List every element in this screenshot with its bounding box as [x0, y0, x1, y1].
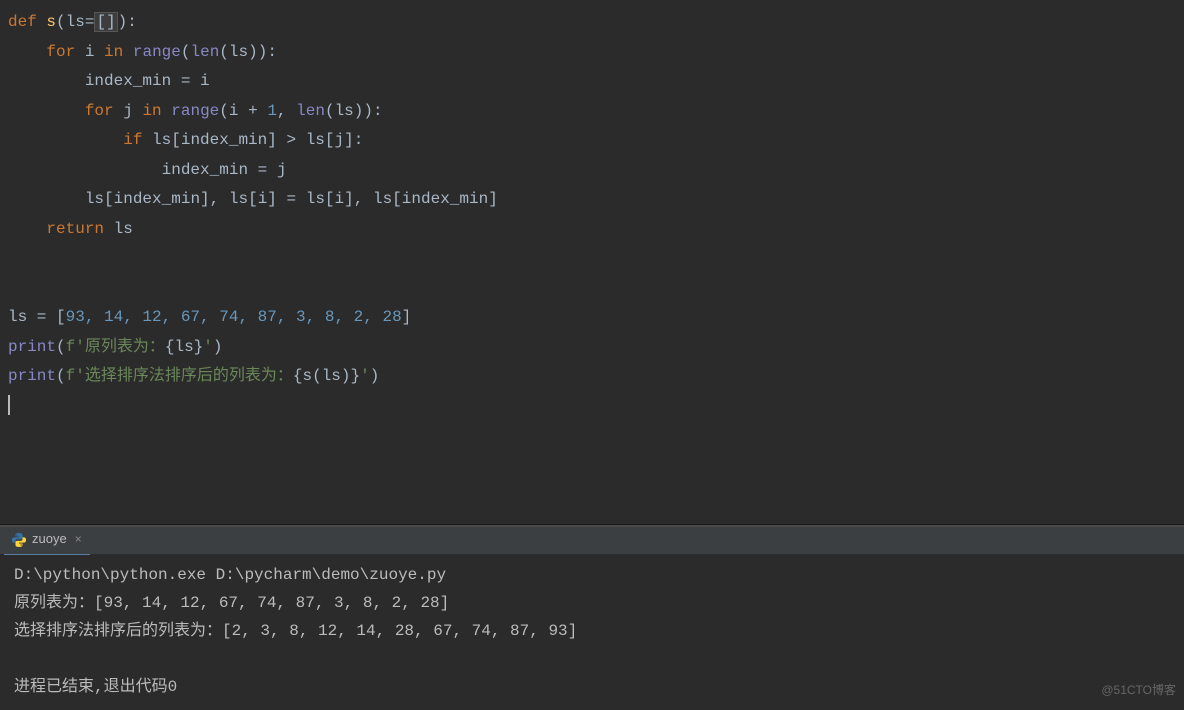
code-editor[interactable]: def s(ls=[]): for i in range(len(ls)): i… — [0, 0, 1184, 525]
console-output[interactable]: D:\python\python.exe D:\pycharm\demo\zuo… — [0, 555, 1184, 710]
run-tab-bar: zuoye × — [0, 527, 1184, 555]
close-icon[interactable]: × — [75, 528, 82, 550]
console-line-3: 选择排序法排序后的列表为：[2, 3, 8, 12, 14, 28, 67, 7… — [14, 622, 577, 640]
editor-cursor — [8, 395, 10, 415]
function-name: s — [46, 13, 56, 31]
keyword-def: def — [8, 13, 37, 31]
console-line-1: D:\python\python.exe D:\pycharm\demo\zuo… — [14, 566, 446, 584]
run-tool-window: zuoye × D:\python\python.exe D:\pycharm\… — [0, 525, 1184, 710]
run-tab-label: zuoye — [32, 527, 67, 551]
code-content[interactable]: def s(ls=[]): for i in range(len(ls)): i… — [8, 8, 1184, 421]
console-line-2: 原列表为：[93, 14, 12, 67, 74, 87, 3, 8, 2, 2… — [14, 594, 449, 612]
run-tab-zuoye[interactable]: zuoye × — [4, 525, 90, 555]
python-icon — [12, 533, 26, 547]
watermark-text: @51CTO博客 — [1101, 676, 1176, 704]
console-line-5: 进程已结束,退出代码0 — [14, 678, 177, 696]
console-text: D:\python\python.exe D:\pycharm\demo\zuo… — [14, 561, 1170, 701]
